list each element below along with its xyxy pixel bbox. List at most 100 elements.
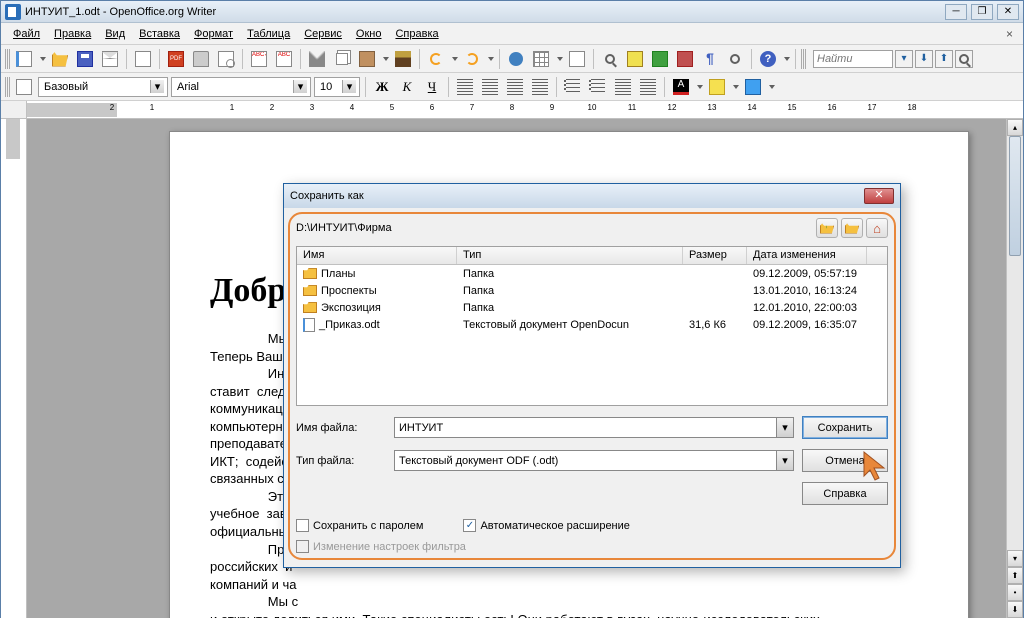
help-button[interactable]: ? bbox=[757, 48, 779, 70]
up-folder-button[interactable]: ↑ bbox=[816, 218, 838, 238]
hyperlink-button[interactable] bbox=[505, 48, 527, 70]
menu-format[interactable]: Формат bbox=[188, 26, 239, 42]
dialog-titlebar[interactable]: Сохранить как ✕ bbox=[284, 184, 900, 208]
col-size[interactable]: Размер bbox=[683, 247, 747, 264]
page-down-button[interactable]: ⬇ bbox=[1007, 601, 1023, 618]
scroll-thumb[interactable] bbox=[1009, 136, 1021, 256]
menu-edit[interactable]: Правка bbox=[48, 26, 97, 42]
email-button[interactable] bbox=[99, 48, 121, 70]
auto-extension-checkbox[interactable]: ✓Автоматическое расширение bbox=[463, 519, 629, 532]
menu-window[interactable]: Окно bbox=[350, 26, 388, 42]
nav-select-button[interactable]: • bbox=[1007, 584, 1023, 601]
table-button[interactable] bbox=[530, 48, 552, 70]
bullet-list-button[interactable] bbox=[587, 76, 609, 98]
toolbar-grip-2[interactable] bbox=[801, 49, 806, 69]
search-next-button[interactable]: ⬇ bbox=[915, 50, 933, 68]
datasource-button[interactable] bbox=[674, 48, 696, 70]
navigator-button[interactable] bbox=[624, 48, 646, 70]
col-date[interactable]: Дата изменения bbox=[747, 247, 867, 264]
col-type[interactable]: Тип bbox=[457, 247, 683, 264]
redo-button[interactable] bbox=[461, 48, 483, 70]
horizontal-ruler[interactable]: 21123456789101112131415161718 bbox=[27, 101, 1023, 118]
save-with-password-checkbox[interactable]: Сохранить с паролем bbox=[296, 519, 423, 532]
file-row[interactable]: ПланыПапка09.12.2009, 05:57:19 bbox=[297, 265, 887, 282]
print-preview-button[interactable] bbox=[215, 48, 237, 70]
file-row[interactable]: ПроспектыПапка13.01.2010, 16:13:24 bbox=[297, 282, 887, 299]
menu-tools[interactable]: Сервис bbox=[298, 26, 348, 42]
page-up-button[interactable]: ⬆ bbox=[1007, 567, 1023, 584]
save-button[interactable] bbox=[74, 48, 96, 70]
font-name-combo[interactable]: Arial▾ bbox=[171, 77, 311, 97]
format-paint-button[interactable] bbox=[392, 48, 414, 70]
increase-indent-button[interactable] bbox=[637, 76, 659, 98]
scroll-down-button[interactable]: ▾ bbox=[1007, 550, 1023, 567]
save-button[interactable]: Сохранить bbox=[802, 416, 888, 439]
cut-button[interactable] bbox=[306, 48, 328, 70]
autospell-button[interactable]: ABC bbox=[273, 48, 295, 70]
find-button[interactable] bbox=[599, 48, 621, 70]
close-window-button[interactable]: ✕ bbox=[997, 4, 1019, 20]
menu-table[interactable]: Таблица bbox=[241, 26, 296, 42]
align-justify-button[interactable] bbox=[529, 76, 551, 98]
export-pdf-button[interactable]: PDF bbox=[165, 48, 187, 70]
paragraph-style-combo[interactable]: Базовый▾ bbox=[38, 77, 168, 97]
numbered-list-button[interactable] bbox=[562, 76, 584, 98]
file-row[interactable]: ЭкспозицияПапка12.01.2010, 22:00:03 bbox=[297, 299, 887, 316]
maximize-button[interactable]: ❐ bbox=[971, 4, 993, 20]
filetype-combo[interactable]: ▾ bbox=[394, 450, 794, 471]
search-dropdown[interactable]: ▾ bbox=[895, 50, 913, 68]
toolbar-grip[interactable] bbox=[5, 49, 10, 69]
home-button[interactable]: ⌂ bbox=[866, 218, 888, 238]
menu-insert[interactable]: Вставка bbox=[133, 26, 186, 42]
new-doc-button[interactable] bbox=[13, 48, 35, 70]
search-find-button[interactable] bbox=[955, 50, 973, 68]
align-center-button[interactable] bbox=[479, 76, 501, 98]
highlight-button[interactable] bbox=[706, 76, 728, 98]
minimize-button[interactable]: ─ bbox=[945, 4, 967, 20]
filename-dropdown[interactable]: ▾ bbox=[776, 418, 793, 437]
new-folder-button[interactable] bbox=[841, 218, 863, 238]
filetype-field[interactable] bbox=[395, 451, 776, 470]
search-prev-button[interactable]: ⬆ bbox=[935, 50, 953, 68]
decrease-indent-button[interactable] bbox=[612, 76, 634, 98]
menu-view[interactable]: Вид bbox=[99, 26, 131, 42]
menu-file[interactable]: Файл bbox=[7, 26, 46, 42]
app-icon bbox=[5, 4, 21, 20]
italic-button[interactable]: К bbox=[396, 76, 418, 98]
nonprint-button[interactable]: ¶ bbox=[699, 48, 721, 70]
help-button-dialog[interactable]: Справка bbox=[802, 482, 888, 505]
print-button[interactable] bbox=[190, 48, 212, 70]
bg-color-button[interactable] bbox=[742, 76, 764, 98]
filename-field[interactable] bbox=[395, 418, 776, 437]
filetype-dropdown[interactable]: ▾ bbox=[776, 451, 793, 470]
fmt-grip[interactable] bbox=[5, 77, 10, 97]
paste-button[interactable] bbox=[356, 48, 378, 70]
vertical-ruler[interactable] bbox=[1, 119, 27, 618]
open-button[interactable] bbox=[49, 48, 71, 70]
close-doc-button[interactable]: × bbox=[1006, 27, 1017, 41]
search-input[interactable] bbox=[813, 50, 893, 68]
gallery-button[interactable] bbox=[649, 48, 671, 70]
spellcheck-button[interactable]: ABC✓ bbox=[248, 48, 270, 70]
file-list[interactable]: Имя Тип Размер Дата изменения ПланыПапка… bbox=[296, 246, 888, 406]
filename-input[interactable]: ▾ bbox=[394, 417, 794, 438]
underline-button[interactable]: Ч bbox=[421, 76, 443, 98]
zoom-button[interactable] bbox=[724, 48, 746, 70]
scroll-up-button[interactable]: ▴ bbox=[1007, 119, 1023, 136]
font-size-combo[interactable]: 10▾ bbox=[314, 77, 360, 97]
align-right-button[interactable] bbox=[504, 76, 526, 98]
cancel-button[interactable]: Отмена bbox=[802, 449, 888, 472]
menu-help[interactable]: Справка bbox=[389, 26, 444, 42]
col-name[interactable]: Имя bbox=[297, 247, 457, 264]
bold-button[interactable]: Ж bbox=[371, 76, 393, 98]
undo-button[interactable] bbox=[425, 48, 447, 70]
align-left-button[interactable] bbox=[454, 76, 476, 98]
styles-button[interactable] bbox=[13, 76, 35, 98]
edit-mode-button[interactable] bbox=[132, 48, 154, 70]
draw-button[interactable] bbox=[566, 48, 588, 70]
font-color-button[interactable]: A bbox=[670, 76, 692, 98]
vertical-scrollbar[interactable]: ▴ ▾ ⬆ • ⬇ bbox=[1006, 119, 1023, 618]
dialog-close-button[interactable]: ✕ bbox=[864, 188, 894, 204]
file-row[interactable]: _Приказ.odtТекстовый документ OpenDocun3… bbox=[297, 316, 887, 333]
copy-button[interactable] bbox=[331, 48, 353, 70]
